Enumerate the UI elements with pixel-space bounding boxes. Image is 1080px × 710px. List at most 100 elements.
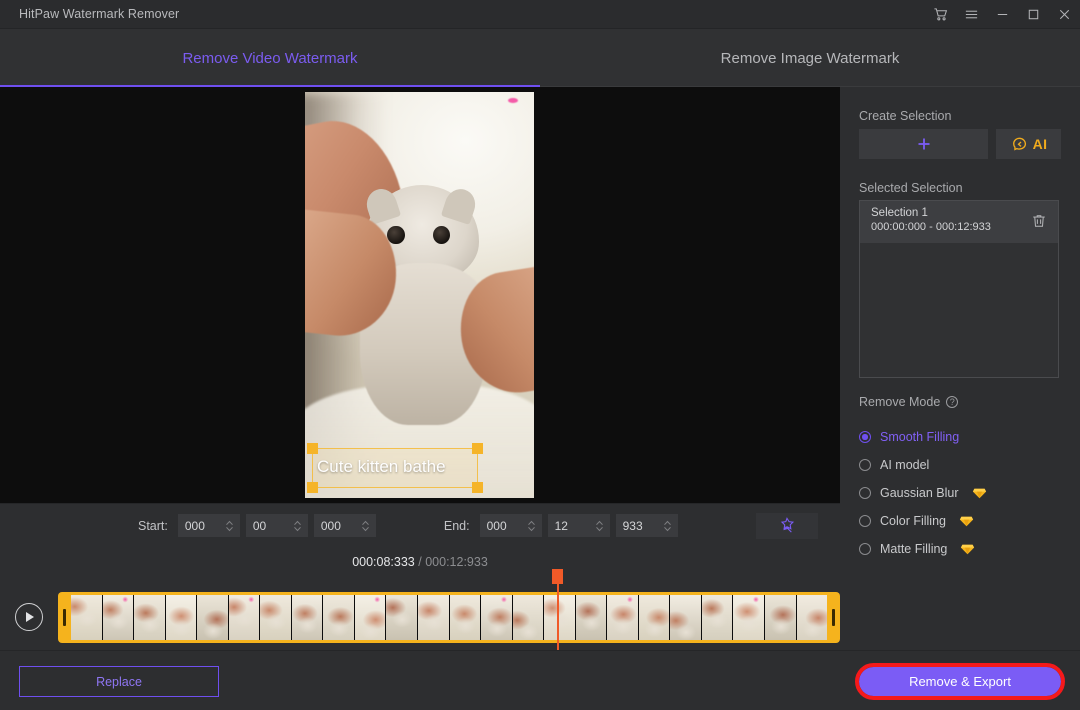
filmstrip-frame	[291, 595, 324, 640]
filmstrip-frame	[354, 595, 387, 640]
time-readout: 000:08:333 / 000:12:933	[0, 555, 840, 569]
window-controls	[925, 0, 1080, 29]
mode-label-color-filling: Color Filling	[880, 514, 946, 528]
selection-handle-top-left[interactable]	[307, 443, 318, 454]
stepper-arrows-icon	[294, 520, 301, 531]
video-cat-eye-left	[387, 225, 405, 245]
export-label: Remove & Export	[909, 674, 1011, 689]
start-seconds-stepper[interactable]: 00	[245, 514, 308, 537]
video-preview[interactable]: Cute kitten bathe	[305, 92, 534, 498]
tab-remove-video-watermark[interactable]: Remove Video Watermark	[0, 29, 540, 87]
premium-gem-icon	[972, 488, 986, 498]
start-millis-stepper[interactable]: 000	[313, 514, 376, 537]
filmstrip-frame	[418, 595, 450, 640]
mode-option-gaussian-blur[interactable]: Gaussian Blur	[859, 479, 1069, 507]
cart-icon[interactable]	[925, 0, 956, 29]
filmstrip-frame	[765, 595, 797, 640]
filmstrip-frame	[638, 595, 671, 640]
magic-wand-icon	[780, 516, 794, 533]
start-field-2: 000	[320, 518, 341, 533]
app-title: HitPaw Watermark Remover	[19, 7, 180, 21]
close-icon[interactable]	[1049, 0, 1080, 29]
play-icon	[26, 612, 34, 622]
mode-option-matte-filling[interactable]: Matte Filling	[859, 535, 1069, 563]
end-field-0: 000	[486, 518, 507, 533]
tab-remove-image-watermark[interactable]: Remove Image Watermark	[540, 29, 1080, 87]
mode-label-gaussian-blur: Gaussian Blur	[880, 486, 959, 500]
replace-button[interactable]: Replace	[19, 666, 219, 697]
premium-gem-icon	[959, 516, 974, 526]
tab-video-label: Remove Video Watermark	[182, 49, 358, 67]
list-item[interactable]: Selection 1 000:00:000 - 000:12:933	[860, 201, 1058, 243]
help-icon[interactable]: ?	[946, 396, 959, 408]
title-bar: HitPaw Watermark Remover	[0, 0, 1080, 29]
end-millis-stepper[interactable]: 933	[615, 514, 678, 537]
radio-gaussian-blur[interactable]	[859, 487, 871, 499]
start-label: Start:	[138, 518, 168, 533]
ai-button-label: AI	[1032, 136, 1048, 152]
end-field-2: 933	[622, 518, 643, 533]
timeline-track[interactable]	[58, 592, 840, 643]
end-label: End:	[443, 518, 470, 533]
stepper-arrows-icon	[226, 520, 233, 531]
total-time: 000:12:933	[425, 555, 488, 569]
filmstrip-frame	[323, 595, 355, 640]
playhead-handle[interactable]	[552, 569, 563, 584]
remove-and-export-button[interactable]: Remove & Export	[859, 667, 1061, 696]
filmstrip-frame	[260, 595, 292, 640]
premium-gem-icon	[961, 544, 975, 554]
end-minutes-stepper[interactable]: 000	[479, 514, 542, 537]
filmstrip-frame	[449, 595, 482, 640]
maximize-icon[interactable]	[1018, 0, 1049, 29]
filmstrip-frame	[733, 595, 766, 640]
start-field-1: 00	[252, 518, 267, 533]
filmstrip-frame	[228, 595, 261, 640]
filmstrip-frame	[607, 595, 639, 640]
tab-image-label: Remove Image Watermark	[720, 49, 900, 67]
filmstrip-frame	[544, 595, 576, 640]
radio-matte-filling[interactable]	[859, 543, 871, 555]
radio-ai-model[interactable]	[859, 459, 871, 471]
selection-handle-bottom-right[interactable]	[472, 482, 483, 493]
remove-mode-options: Smooth Filling AI model Gaussian Blur Co…	[859, 423, 1069, 563]
start-minutes-stepper[interactable]: 000	[177, 514, 240, 537]
trim-handle-right[interactable]	[827, 595, 840, 640]
watermark-text: Cute kitten bathe	[317, 457, 446, 476]
stepper-arrows-icon	[527, 520, 535, 531]
ai-selection-button[interactable]: AI	[996, 129, 1061, 159]
replace-label: Replace	[96, 674, 142, 689]
trash-icon[interactable]	[1030, 212, 1048, 230]
playhead[interactable]	[552, 569, 563, 650]
create-selection-buttons: AI	[859, 129, 1061, 159]
filmstrip-frame	[701, 595, 734, 640]
mode-option-color-filling[interactable]: Color Filling	[859, 507, 1069, 535]
filmstrip-frame	[197, 595, 229, 640]
selection-handle-top-right[interactable]	[472, 443, 483, 454]
video-stage: Cute kitten bathe	[0, 87, 840, 503]
selected-selection-label: Selected Selection	[859, 181, 963, 195]
bottom-bar: Replace Remove & Export	[0, 650, 1080, 710]
end-seconds-stepper[interactable]: 12	[547, 514, 610, 537]
magic-wand-button[interactable]	[755, 512, 818, 539]
mode-label-ai-model: AI model	[880, 458, 930, 472]
watermark-selection-box[interactable]: Cute kitten bathe	[307, 443, 483, 493]
minimize-icon[interactable]	[987, 0, 1018, 29]
mode-option-smooth-filling[interactable]: Smooth Filling	[859, 423, 1069, 451]
filmstrip[interactable]	[71, 595, 827, 640]
mode-label-matte-filling: Matte Filling	[880, 542, 948, 556]
menu-icon[interactable]	[956, 0, 987, 29]
export-button-group: Remove & Export	[855, 663, 1065, 700]
remove-mode-heading: Remove Mode ?	[859, 395, 959, 409]
radio-smooth-filling[interactable]	[859, 431, 871, 443]
play-button[interactable]	[15, 603, 43, 631]
end-field-1: 12	[554, 518, 568, 533]
add-selection-button[interactable]	[859, 129, 988, 159]
mode-tabs: Remove Video Watermark Remove Image Wate…	[0, 29, 1080, 87]
current-time: 000:08:333	[352, 555, 415, 569]
mode-option-ai-model[interactable]: AI model	[859, 451, 1069, 479]
selection-handle-bottom-left[interactable]	[307, 482, 318, 493]
start-field-0: 000	[184, 518, 205, 533]
stepper-arrows-icon	[362, 520, 369, 531]
trim-handle-left[interactable]	[58, 595, 71, 640]
radio-color-filling[interactable]	[859, 515, 871, 527]
